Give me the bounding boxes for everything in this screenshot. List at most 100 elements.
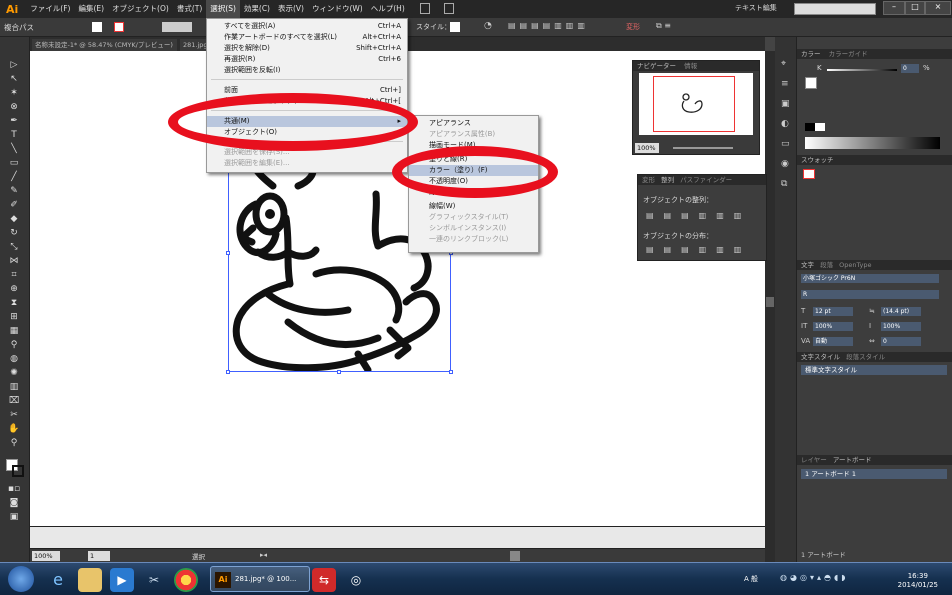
snipping-tool-icon[interactable]: ✂ (142, 568, 166, 592)
dock-icon-layers[interactable]: ⧉ (781, 179, 787, 189)
font-family-field[interactable]: 小塚ゴシック Pr6N (801, 274, 939, 283)
selection-tool-icon[interactable]: ▷ (7, 59, 21, 71)
menu-window[interactable]: ウィンドウ(W) (308, 0, 367, 18)
dock-icon-brushes[interactable]: ≡ (781, 79, 789, 89)
k-slider[interactable] (827, 69, 897, 71)
blend-tool-icon[interactable]: ◍ (7, 353, 21, 365)
width-tool-icon[interactable]: ⋈ (7, 255, 21, 267)
search-field[interactable] (794, 3, 876, 15)
pencil-tool-icon[interactable]: ✎ (7, 185, 21, 197)
color-ramp-swatch[interactable] (805, 123, 825, 131)
tray-icons[interactable]: ◍◕◎▾▴◓◖◗ (780, 573, 848, 582)
close-button[interactable]: × (925, 1, 951, 15)
menu-item-select-all-artboard[interactable]: 作業アートボードのすべてを選択(L) Alt+Ctrl+A (207, 32, 407, 43)
submenu-item-graphic-style[interactable]: グラフィックスタイル(T) (409, 212, 538, 223)
color-mode-icon[interactable]: ▪▫ (7, 483, 21, 495)
menu-file[interactable]: ファイル(F) (26, 0, 74, 18)
direct-selection-tool-icon[interactable]: ↖ (7, 73, 21, 85)
submenu-item-appearance-attr[interactable]: アピアランス属性(B) (409, 129, 538, 140)
dock-icon-appearance[interactable]: ◐ (781, 119, 789, 129)
artboard-tool-icon[interactable]: ⌧ (7, 395, 21, 407)
k-value-field[interactable]: 0 (901, 64, 919, 73)
zoom-field[interactable]: 100% (32, 551, 60, 561)
media-player-icon[interactable]: ▶ (110, 568, 134, 592)
menu-object[interactable]: オブジェクト(O) (108, 0, 173, 18)
type-tool-icon[interactable]: T (7, 129, 21, 141)
menu-select[interactable]: 選択(S) (206, 0, 240, 18)
submenu-item-stroke-weight[interactable]: 線幅(W) (409, 201, 538, 212)
arrange-docs-icon[interactable] (444, 3, 454, 14)
color-tab[interactable]: カラー (801, 50, 821, 58)
mesh-tool-icon[interactable]: ⊞ (7, 311, 21, 323)
gradient-tool-icon[interactable]: ▦ (7, 325, 21, 337)
transform-tab[interactable]: 変形 (642, 176, 655, 184)
submenu-item-link-block[interactable]: 一連のリンクブロック(L) (409, 234, 538, 245)
submenu-item-symbol-instance[interactable]: シンボルインスタンス(I) (409, 223, 538, 234)
zoom-tool-icon[interactable]: ⚲ (7, 437, 21, 449)
chrome-icon[interactable] (174, 568, 198, 592)
pinned-app-red-icon[interactable]: ⇆ (312, 568, 336, 592)
ime-indicator[interactable]: A 般 (744, 574, 758, 584)
magic-wand-tool-icon[interactable]: ✶ (7, 87, 21, 99)
slice-tool-icon[interactable]: ✂ (7, 409, 21, 421)
handle-br[interactable] (449, 370, 453, 374)
recolor-icon[interactable]: ◔ (484, 21, 492, 31)
screen-mode-icon[interactable]: ▣ (7, 511, 21, 523)
paragraph-tab[interactable]: 段落 (820, 261, 833, 269)
menu-item-inverse[interactable]: 選択範囲を反転(I) (207, 65, 407, 76)
stroke-color-icon[interactable] (12, 465, 24, 477)
artboard-number-field[interactable]: 1 (88, 551, 110, 561)
navigator-zoom-field[interactable]: 100% (635, 143, 659, 153)
stroke-swatch[interactable] (114, 22, 124, 32)
pen-tool-icon[interactable]: ✒ (7, 115, 21, 127)
fill-swatch[interactable] (92, 22, 102, 32)
minimize-button[interactable]: – (883, 1, 905, 15)
maximize-button[interactable]: □ (905, 1, 925, 15)
swatch-none-icon[interactable] (803, 169, 815, 179)
graphic-style-swatch[interactable] (450, 22, 460, 32)
dock-icon-gradient[interactable]: ▭ (781, 139, 790, 149)
menu-type[interactable]: 書式(T) (173, 0, 206, 18)
kerning-field[interactable]: 自動 (813, 337, 853, 346)
align-icons[interactable]: ▤▤▤▤▥▥▥ (508, 21, 589, 30)
color-fill-icon[interactable] (805, 77, 817, 89)
handle-bc[interactable] (337, 370, 341, 374)
stroke-weight-field[interactable] (162, 22, 192, 32)
line-tool-icon[interactable]: ╲ (7, 143, 21, 155)
dock-icon-navigator[interactable]: ⌖ (781, 59, 786, 69)
handle-ml[interactable] (226, 251, 230, 255)
taskbar-clock[interactable]: 16:39 2014/01/25 (898, 572, 938, 590)
pinned-app-circle-icon[interactable]: ◎ (344, 568, 368, 592)
start-button-icon[interactable] (8, 566, 34, 592)
eyedropper-tool-icon[interactable]: ⚲ (7, 339, 21, 351)
rectangle-tool-icon[interactable]: ▭ (7, 157, 21, 169)
hand-tool-icon[interactable]: ✋ (7, 423, 21, 435)
distribute-buttons[interactable]: ▤▤▤▥▥▥ (646, 245, 751, 254)
workspace-switcher[interactable]: テキスト編集 (735, 3, 777, 13)
explorer-icon[interactable] (78, 568, 102, 592)
shape-builder-tool-icon[interactable]: ⊕ (7, 283, 21, 295)
opentype-tab[interactable]: OpenType (839, 261, 871, 269)
menu-view[interactable]: 表示(V) (274, 0, 308, 18)
layers-tab[interactable]: レイヤー (801, 456, 827, 464)
align-buttons[interactable]: ▤▤▤▥▥▥ (646, 211, 751, 220)
lasso-tool-icon[interactable]: ⊗ (7, 101, 21, 113)
scale-tool-icon[interactable]: ⤡ (7, 241, 21, 253)
symbol-sprayer-tool-icon[interactable]: ✺ (7, 367, 21, 379)
swatch-tab[interactable]: スウォッチ (801, 156, 834, 164)
navigator-tab[interactable]: ナビゲーター (637, 62, 676, 70)
status-arrow-icon[interactable]: ▸◂ (260, 551, 270, 561)
menu-effect[interactable]: 効果(C) (240, 0, 274, 18)
horizontal-scale-field[interactable]: 100% (881, 322, 921, 331)
draw-mode-icon[interactable]: ◙ (7, 497, 21, 509)
dock-icon-symbols[interactable]: ▣ (781, 99, 790, 109)
menu-item-deselect[interactable]: 選択を解除(D) Shift+Ctrl+A (207, 43, 407, 54)
bridge-icon[interactable] (420, 3, 430, 14)
isolate-icon[interactable]: ⧉ ≡ (656, 21, 671, 31)
charstyle-tab[interactable]: 文字スタイル (801, 353, 840, 361)
free-transform-tool-icon[interactable]: ⌗ (7, 269, 21, 281)
pathfinder-tab[interactable]: パスファインダー (680, 176, 732, 184)
document-tab-1[interactable]: 名称未設定-1* @ 58.47% (CMYK/プレビュー) (32, 39, 177, 51)
menu-help[interactable]: ヘルプ(H) (367, 0, 409, 18)
transform-link[interactable]: 変形 (626, 22, 640, 32)
